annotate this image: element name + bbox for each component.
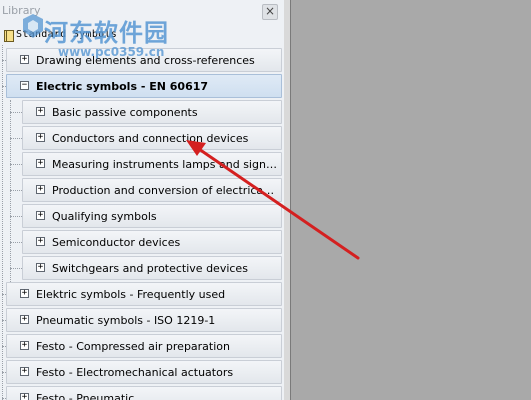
tree-guide-line [10,100,11,282]
tree-item[interactable]: + Measuring instruments lamps and signall… [22,152,282,176]
expand-icon[interactable]: + [36,211,45,220]
tree-item[interactable]: + Semiconductor devices [22,230,282,254]
tree-connector [10,268,22,269]
watermark-logo [23,14,43,38]
watermark-url: www.pc0359.cn [58,45,165,59]
expand-icon[interactable]: + [20,367,29,376]
close-button[interactable]: × [262,4,278,20]
tree-connector [10,216,22,217]
tree-item-label: Conductors and connection devices [52,132,249,145]
tree-item-label: Pneumatic symbols - ISO 1219-1 [36,314,216,327]
tree-connector [10,138,22,139]
expand-icon[interactable]: + [20,315,29,324]
expand-icon[interactable]: + [36,263,45,272]
tree-item-label: Festo - Compressed air preparation [36,340,230,353]
tree-guide-line [2,45,3,400]
expand-icon[interactable]: + [36,159,45,168]
tree-item[interactable]: + Production and conversion of electrical… [22,178,282,202]
tree-connector [10,242,22,243]
tree-connector [10,164,22,165]
tree-item[interactable]: + Elektric symbols - Frequently used [6,282,282,306]
tree-item[interactable]: + Conductors and connection devices [22,126,282,150]
tree-item[interactable]: + Pneumatic symbols - ISO 1219-1 [6,308,282,332]
tree-connector [10,190,22,191]
expand-icon[interactable]: + [36,185,45,194]
expand-icon[interactable]: + [20,341,29,350]
tree-item-label: Festo - Pneumatic [36,392,135,400]
expand-icon[interactable]: + [36,133,45,142]
library-book-icon [4,30,14,42]
tree-item-label: Basic passive components [52,106,198,119]
tree-item-label: Measuring instruments lamps and signalli… [52,158,277,171]
drawing-canvas[interactable] [291,0,531,400]
expand-icon[interactable]: + [36,237,45,246]
panel-splitter[interactable] [284,0,291,400]
tree-item-label: Switchgears and protective devices [52,262,248,275]
tree-item[interactable]: + Qualifying symbols [22,204,282,228]
tree-item[interactable]: + Festo - Pneumatic [6,386,282,400]
tree-item[interactable]: + Festo - Compressed air preparation [6,334,282,358]
tree-item-label: Elektric symbols - Frequently used [36,288,226,301]
collapse-icon[interactable]: − [20,81,29,90]
tree-item[interactable]: + Switchgears and protective devices [22,256,282,280]
tree-item-label: Festo - Electromechanical actuators [36,366,234,379]
tree-item-label: Semiconductor devices [52,236,181,249]
tree-connector [10,112,22,113]
tree-item[interactable]: + Basic passive components [22,100,282,124]
expand-icon[interactable]: + [20,55,29,64]
expand-icon[interactable]: + [20,393,29,400]
expand-icon[interactable]: + [20,289,29,298]
tree-item-label: Electric symbols - EN 60617 [36,80,209,93]
watermark-text: 河东软件园 [44,19,169,47]
tree-item[interactable]: + Festo - Electromechanical actuators [6,360,282,384]
tree-item[interactable]: − Electric symbols - EN 60617 [6,74,282,98]
tree-item-label: Production and conversion of electrical … [52,184,277,197]
library-panel: Library × Standard Symbols + Drawing elem… [0,0,285,400]
expand-icon[interactable]: + [36,107,45,116]
tree-item-label: Qualifying symbols [52,210,157,223]
